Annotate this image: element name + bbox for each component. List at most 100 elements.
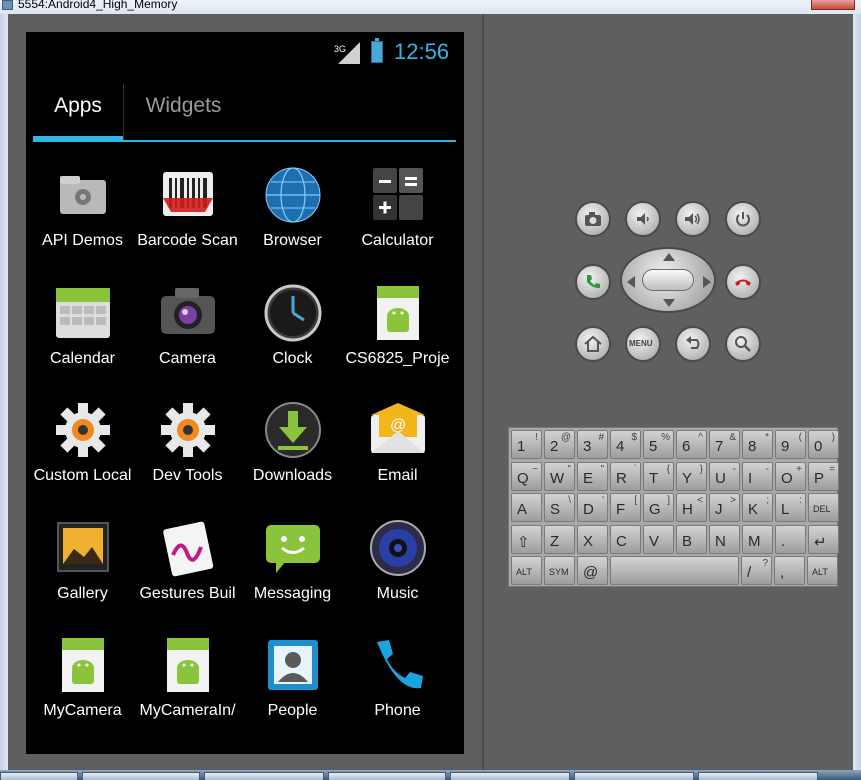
keyboard-key[interactable]: M xyxy=(742,524,773,554)
dpad-left-icon[interactable] xyxy=(626,275,636,289)
app-launcher-item[interactable]: People xyxy=(240,624,345,741)
app-launcher-item[interactable]: @ Email xyxy=(345,389,450,506)
app-launcher-item[interactable]: CS6825_Proje xyxy=(345,272,450,389)
keyboard-key[interactable]: T{ xyxy=(643,461,674,491)
keyboard-key[interactable]: Z xyxy=(544,524,575,554)
keyboard-key[interactable]: Y} xyxy=(676,461,707,491)
window-title: 5554:Android4_High_Memory xyxy=(18,0,178,11)
keyboard-key[interactable]: ⇧ xyxy=(511,524,542,554)
taskbar-item[interactable] xyxy=(0,772,78,780)
home-button[interactable] xyxy=(575,326,611,362)
keyboard-key[interactable]: , xyxy=(774,556,805,585)
taskbar-item[interactable] xyxy=(450,772,570,780)
keyboard-key[interactable]: 2 @ xyxy=(544,430,575,459)
keyboard-key[interactable]: E " xyxy=(577,461,608,491)
keyboard-key[interactable]: G] xyxy=(643,493,674,522)
key-label: S xyxy=(550,501,561,518)
volume-up-button[interactable] xyxy=(675,201,711,237)
keyboard-key[interactable]: ALT xyxy=(511,556,542,585)
keyboard-key[interactable]: W " xyxy=(544,461,575,491)
keyboard-key[interactable]: ↵ xyxy=(808,524,839,554)
keyboard-key[interactable]: A xyxy=(511,493,542,522)
app-label: Email xyxy=(377,467,418,484)
keyboard-key[interactable]: H < xyxy=(676,493,707,522)
keyboard-key[interactable]: 4 $ xyxy=(610,430,641,459)
app-launcher-item[interactable]: Clock xyxy=(240,272,345,389)
camera-button[interactable] xyxy=(575,201,611,237)
keyboard-key[interactable]: . xyxy=(775,524,806,554)
power-button[interactable] xyxy=(725,201,761,237)
dpad-down-icon[interactable] xyxy=(662,298,676,308)
keyboard-key[interactable]: 3 # xyxy=(577,430,608,459)
end-call-button[interactable] xyxy=(725,264,761,300)
app-label: Camera xyxy=(159,349,216,367)
keyboard-key[interactable]: V xyxy=(643,524,674,554)
keyboard-key[interactable]: F[ xyxy=(610,493,641,522)
keyboard-key[interactable]: 0) xyxy=(808,430,839,459)
app-launcher-item[interactable]: MyCamera xyxy=(30,624,135,741)
keyboard-key[interactable]: O + xyxy=(775,461,806,491)
keyboard-key[interactable]: 8 * xyxy=(742,430,773,459)
keyboard-key[interactable] xyxy=(610,556,739,585)
device-screen[interactable]: 3G 12:56 Apps Widgets API Demos Barcode S… xyxy=(26,32,464,754)
keyboard-key[interactable]: DEL xyxy=(808,493,839,522)
tab-widgets[interactable]: Widgets xyxy=(123,84,243,142)
keyboard-key[interactable]: /? xyxy=(741,556,772,585)
keyboard-key[interactable]: P = xyxy=(808,461,839,491)
keyboard-key[interactable]: ALT xyxy=(807,556,838,585)
app-launcher-item[interactable]: MyCameraIn/ xyxy=(135,624,240,741)
app-launcher-item[interactable]: Gallery xyxy=(30,507,135,624)
keyboard-key[interactable]: K; xyxy=(742,493,773,522)
keyboard-key[interactable]: D ' xyxy=(577,493,608,522)
keyboard-key[interactable]: 1! xyxy=(511,430,542,459)
app-launcher-item[interactable]: Messaging xyxy=(240,507,345,624)
app-launcher-item[interactable]: Barcode Scan xyxy=(135,154,240,271)
app-launcher-item[interactable]: Gestures Buil xyxy=(135,507,240,624)
keyboard-key[interactable]: R ` xyxy=(610,461,641,491)
app-launcher-item[interactable]: API Demos xyxy=(30,154,135,271)
search-button[interactable] xyxy=(725,326,761,362)
dpad-center-button[interactable] xyxy=(642,269,694,291)
keyboard-key[interactable]: C xyxy=(610,524,641,554)
keyboard-key[interactable]: 6 ^ xyxy=(676,430,707,459)
keyboard-key[interactable]: U- xyxy=(709,461,740,491)
volume-down-button[interactable] xyxy=(625,201,661,237)
app-launcher-item[interactable]: Phone xyxy=(345,624,450,741)
app-launcher-item[interactable]: Dev Tools xyxy=(135,389,240,506)
app-launcher-item[interactable]: Calculator xyxy=(345,154,450,271)
dpad[interactable] xyxy=(620,247,716,313)
key-label: G xyxy=(649,501,661,518)
app-launcher-item[interactable]: Browser xyxy=(240,154,345,271)
keyboard-key[interactable]: B xyxy=(676,524,707,554)
taskbar-item[interactable] xyxy=(574,772,694,780)
keyboard-key[interactable]: @ xyxy=(577,556,608,585)
keyboard-key[interactable]: N xyxy=(709,524,740,554)
keyboard-key[interactable]: X xyxy=(577,524,608,554)
keyboard-key[interactable]: J > xyxy=(709,493,740,522)
dpad-up-icon[interactable] xyxy=(662,252,676,262)
back-button[interactable] xyxy=(675,326,711,362)
keyboard-key[interactable]: 7 & xyxy=(709,430,740,459)
keyboard-key[interactable]: L: xyxy=(775,493,806,522)
call-button[interactable] xyxy=(575,264,611,300)
app-launcher-item[interactable]: Custom Local xyxy=(30,389,135,506)
key-label: I xyxy=(748,469,753,487)
taskbar-item[interactable] xyxy=(698,772,818,780)
menu-button[interactable]: MENU xyxy=(625,326,661,362)
app-launcher-item[interactable]: Music xyxy=(345,507,450,624)
dpad-right-icon[interactable] xyxy=(702,275,712,289)
taskbar-item[interactable] xyxy=(204,772,324,780)
window-close-button[interactable] xyxy=(811,0,855,10)
keyboard-key[interactable]: 9( xyxy=(775,430,806,459)
app-launcher-item[interactable]: Downloads xyxy=(240,389,345,506)
taskbar-item[interactable] xyxy=(82,772,200,780)
taskbar-item[interactable] xyxy=(328,772,446,780)
app-launcher-item[interactable]: Camera xyxy=(135,272,240,389)
keyboard-key[interactable]: I- xyxy=(742,461,773,491)
keyboard-key[interactable]: S \ xyxy=(544,493,575,522)
app-launcher-item[interactable]: Calendar xyxy=(30,272,135,389)
tab-apps[interactable]: Apps xyxy=(33,84,123,142)
keyboard-key[interactable]: 5% xyxy=(643,430,674,459)
keyboard-key[interactable]: SYM xyxy=(544,556,575,585)
keyboard-key[interactable]: Q ~ xyxy=(511,461,542,491)
